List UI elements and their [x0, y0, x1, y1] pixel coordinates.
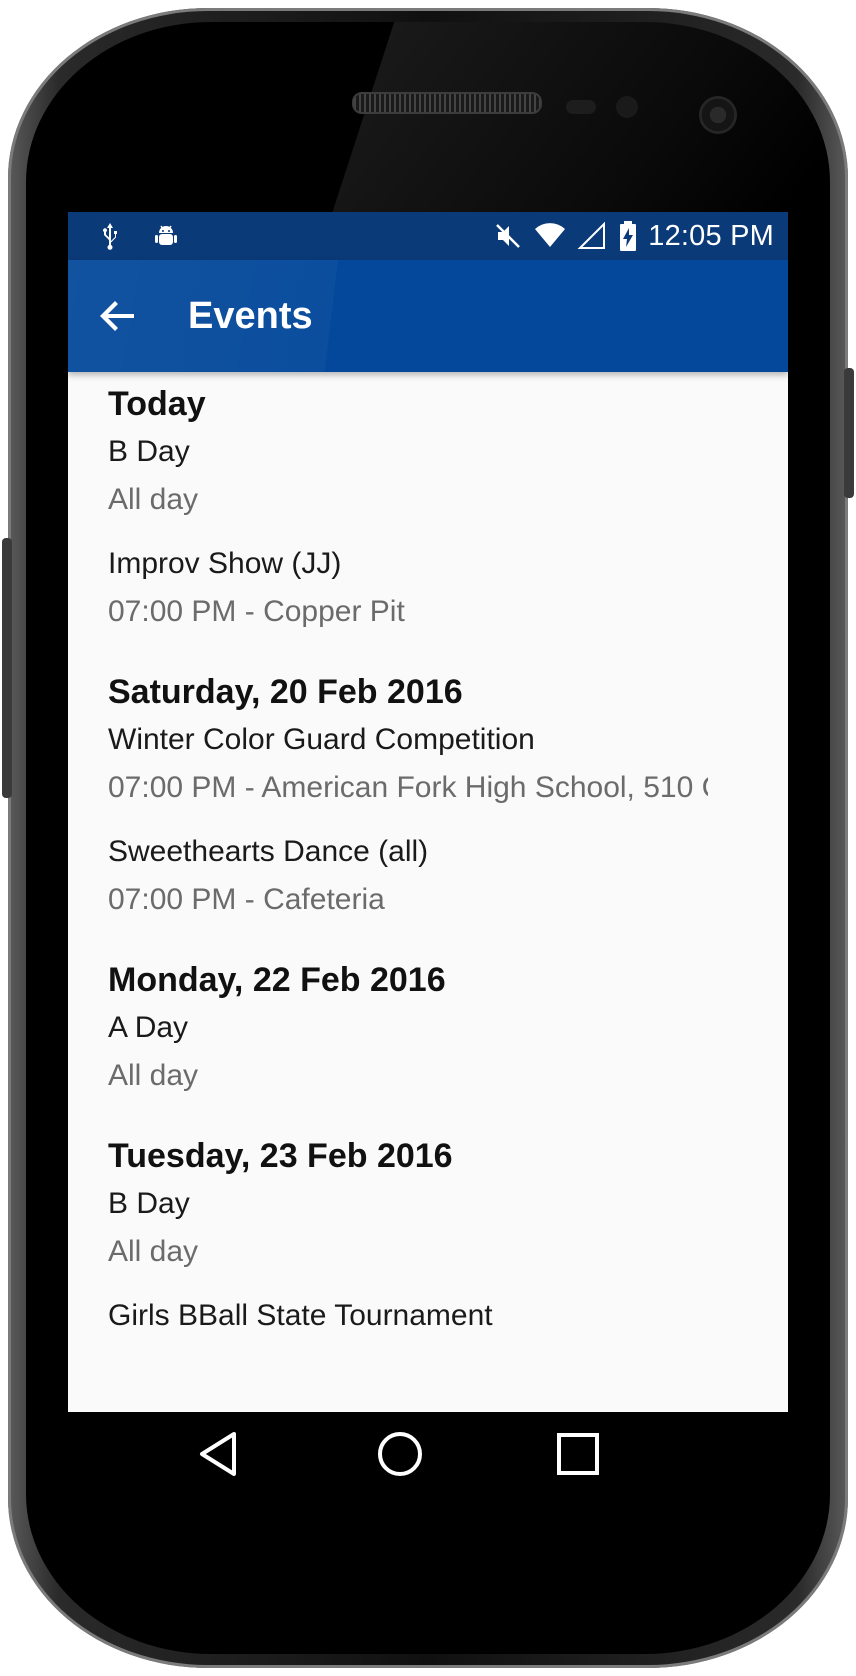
- event-detail: All day: [108, 1059, 199, 1092]
- earpiece-speaker: [352, 92, 542, 114]
- home-circle-icon: [378, 1432, 422, 1476]
- event-item[interactable]: Sweethearts Dance (all) 07:00 PM - Cafet…: [108, 834, 748, 918]
- event-title: A Day: [108, 1011, 189, 1044]
- events-section: Saturday, 20 Feb 2016 Winter Color Guard…: [108, 672, 748, 918]
- events-section: Tuesday, 23 Feb 2016 B Day All day Girls…: [108, 1136, 748, 1334]
- nav-home-button[interactable]: [374, 1428, 426, 1480]
- recents-square-icon: [557, 1433, 599, 1475]
- app-bar: Events: [68, 260, 788, 372]
- signal-icon: [577, 221, 606, 249]
- event-item[interactable]: Improv Show (JJ) 07:00 PM - Copper Pit: [108, 546, 748, 630]
- event-item[interactable]: A Day All day: [108, 1010, 748, 1094]
- power-button: [844, 368, 854, 498]
- event-item[interactable]: B Day All day: [108, 434, 748, 518]
- events-list: Today B Day All day Improv Show (JJ) 07:…: [108, 372, 748, 1412]
- wifi-icon: [535, 223, 566, 247]
- android-debug-icon: [155, 225, 177, 245]
- event-detail: All day: [108, 1235, 199, 1268]
- event-title: Girls BBall State Tournament: [108, 1299, 493, 1332]
- volume-button: [2, 538, 12, 798]
- event-title: B Day: [108, 1187, 190, 1220]
- arrow-left-icon: [100, 301, 134, 331]
- event-detail: All day: [108, 483, 199, 516]
- status-time: 12:05 PM: [648, 220, 774, 252]
- light-sensor: [616, 96, 638, 118]
- proximity-sensor: [566, 100, 596, 114]
- mute-icon: [496, 224, 521, 248]
- event-item[interactable]: B Day All day: [108, 1186, 748, 1270]
- nav-back-button[interactable]: [194, 1428, 246, 1480]
- navigation-bar: [68, 1412, 788, 1490]
- status-bar: 12:05 PM: [68, 212, 788, 260]
- event-detail: 07:00 PM - Copper Pit: [108, 595, 405, 628]
- event-title: Winter Color Guard Competition: [108, 723, 535, 756]
- events-section: Today B Day All day Improv Show (JJ) 07:…: [108, 372, 748, 630]
- section-header: Tuesday, 23 Feb 2016: [108, 1137, 453, 1175]
- usb-icon: [103, 223, 117, 250]
- screen: 12:05 PM Events Today B Day All day Impr…: [68, 212, 788, 1490]
- event-detail: 07:00 PM - Cafeteria: [108, 883, 385, 916]
- events-section: Monday, 22 Feb 2016 A Day All day: [108, 960, 748, 1094]
- event-item[interactable]: Winter Color Guard Competition 07:00 PM …: [108, 722, 748, 806]
- section-header: Saturday, 20 Feb 2016: [108, 673, 463, 711]
- section-header: Monday, 22 Feb 2016: [108, 961, 446, 999]
- event-title: B Day: [108, 435, 190, 468]
- back-button[interactable]: [90, 288, 146, 344]
- section-header: Today: [108, 385, 206, 423]
- battery-charging-icon: [620, 221, 637, 251]
- event-detail: 07:00 PM - American Fork High School, 51…: [108, 771, 708, 804]
- event-title: Improv Show (JJ): [108, 547, 342, 580]
- event-item[interactable]: Girls BBall State Tournament: [108, 1298, 748, 1334]
- event-title: Sweethearts Dance (all): [108, 835, 429, 868]
- nav-recents-button[interactable]: [552, 1428, 604, 1480]
- page-title: Events: [188, 295, 313, 337]
- back-triangle-icon: [200, 1432, 236, 1476]
- front-camera: [699, 96, 737, 134]
